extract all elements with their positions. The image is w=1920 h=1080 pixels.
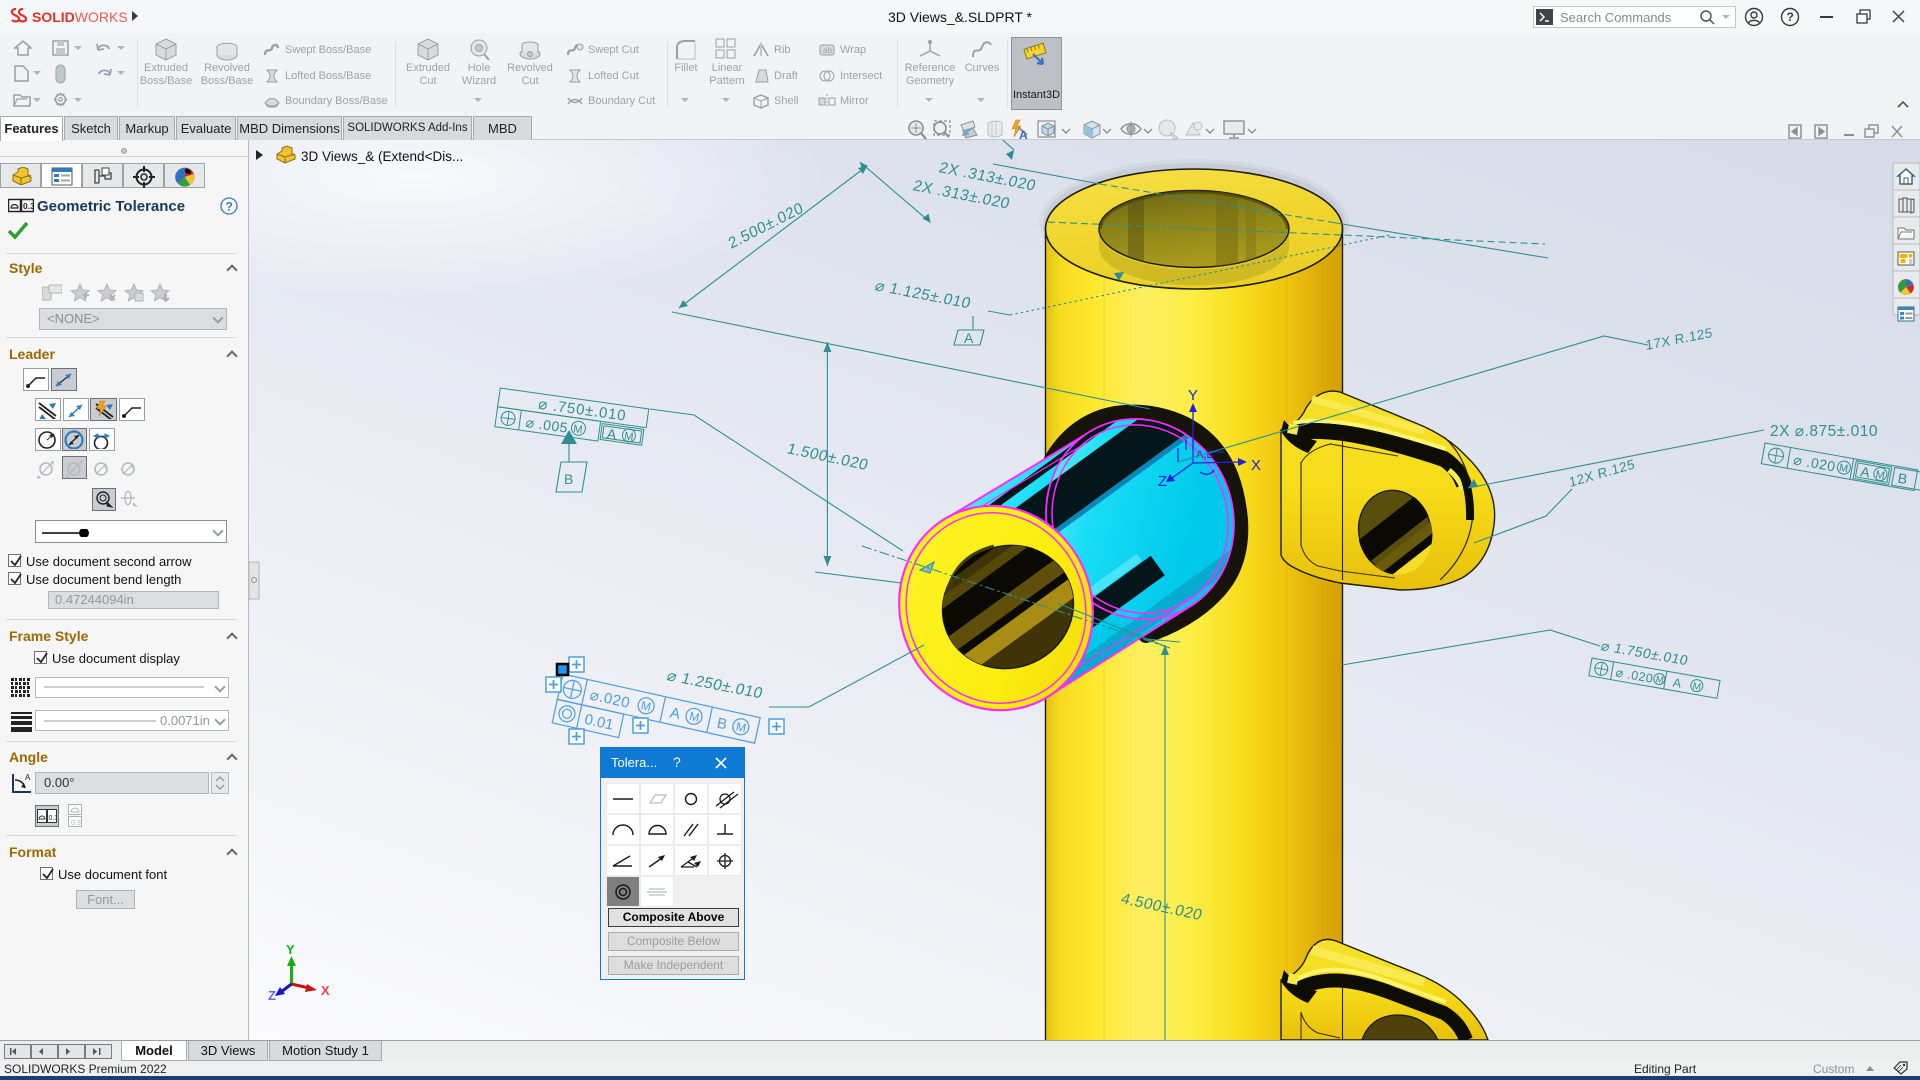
svg-text:0.3: 0.3 bbox=[49, 815, 58, 822]
svg-text:M: M bbox=[1875, 469, 1886, 482]
svg-text:Z: Z bbox=[268, 988, 276, 1003]
svg-text:X: X bbox=[1251, 457, 1261, 474]
svg-text:0.3: 0.3 bbox=[23, 201, 34, 211]
svg-text:2X ⌀.875±.010: 2X ⌀.875±.010 bbox=[1770, 423, 1878, 440]
svg-text:B: B bbox=[715, 715, 728, 734]
svg-text:2.500±.020: 2.500±.020 bbox=[726, 199, 806, 252]
svg-text:M: M bbox=[623, 430, 634, 443]
svg-text:17X R.125: 17X R.125 bbox=[1645, 325, 1713, 353]
svg-text:⌀ 1.125±.010: ⌀ 1.125±.010 bbox=[873, 278, 973, 313]
svg-text:⌀ 1.250±.010: ⌀ 1.250±.010 bbox=[665, 668, 765, 703]
svg-text:Y: Y bbox=[1188, 387, 1198, 404]
svg-text:A,B: A,B bbox=[1196, 449, 1214, 461]
svg-text:?: ? bbox=[1787, 10, 1794, 24]
svg-text:3D Views_& (Extend<Dis...: 3D Views_& (Extend<Dis... bbox=[301, 149, 463, 164]
svg-text:A: A bbox=[964, 330, 974, 346]
svg-text:B: B bbox=[1897, 470, 1909, 487]
svg-text:ab: ab bbox=[823, 46, 832, 55]
svg-text:A: A bbox=[1859, 463, 1872, 480]
svg-text:A: A bbox=[668, 704, 681, 723]
svg-text:0.3: 0.3 bbox=[71, 820, 81, 827]
svg-text:⌀ .020: ⌀ .020 bbox=[1615, 665, 1655, 685]
svg-text:Y: Y bbox=[286, 942, 295, 957]
svg-text:⌀ .005: ⌀ .005 bbox=[525, 414, 569, 436]
svg-text:A: A bbox=[1019, 128, 1028, 142]
svg-text:Z: Z bbox=[1158, 473, 1167, 490]
svg-text:X: X bbox=[321, 983, 330, 998]
svg-text:A: A bbox=[1672, 676, 1683, 691]
svg-text:B: B bbox=[564, 471, 573, 487]
svg-text:A: A bbox=[25, 773, 31, 782]
svg-text:M: M bbox=[1692, 681, 1702, 693]
svg-text:?: ? bbox=[226, 200, 233, 214]
svg-text:M: M bbox=[572, 423, 583, 436]
svg-text:M: M bbox=[1655, 674, 1665, 686]
